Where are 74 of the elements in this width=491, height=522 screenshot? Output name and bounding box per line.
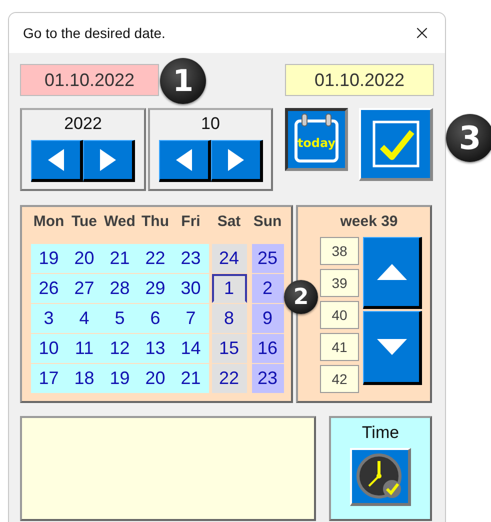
calendar-day[interactable]: 20 xyxy=(66,244,102,273)
today-button[interactable]: today xyxy=(285,108,348,171)
current-date-field[interactable]: 01.10.2022 xyxy=(285,64,434,96)
calendar-day[interactable]: 12 xyxy=(102,334,138,363)
calendar-day[interactable]: 17 xyxy=(31,364,66,393)
calendar-day[interactable]: 23 xyxy=(252,364,284,393)
calendar-day[interactable]: 18 xyxy=(66,364,102,393)
calendar-day[interactable]: 16 xyxy=(252,334,284,363)
triangle-left-icon xyxy=(48,149,64,171)
month-value: 10 xyxy=(201,114,220,135)
calendar-day[interactable]: 13 xyxy=(138,334,173,363)
weekday-header: Fri xyxy=(180,213,202,232)
week-number[interactable]: 41 xyxy=(320,333,359,361)
weekday-header: Thu xyxy=(140,213,170,232)
time-title: Time xyxy=(362,423,400,443)
callout-badge: 3 xyxy=(446,114,491,162)
triangle-right-icon xyxy=(228,149,244,171)
week-number[interactable]: 39 xyxy=(320,269,359,297)
calendar-day[interactable]: 22 xyxy=(138,244,173,273)
confirm-button[interactable] xyxy=(359,108,433,181)
calendar-day[interactable]: 2 xyxy=(252,274,284,303)
week-down-button[interactable] xyxy=(363,311,422,385)
calendar-day[interactable]: 24 xyxy=(212,244,246,273)
calendar-day[interactable]: 22 xyxy=(212,364,246,393)
time-button[interactable] xyxy=(350,448,411,506)
weekday-header: Wed xyxy=(103,213,136,232)
clock-icon xyxy=(356,452,404,500)
notes-area[interactable] xyxy=(20,416,316,521)
calendar-day[interactable]: 7 xyxy=(173,304,208,333)
previous-button[interactable] xyxy=(158,140,210,182)
calendar-day[interactable]: 30 xyxy=(173,274,208,303)
calendar-day[interactable]: 11 xyxy=(66,334,102,363)
calendar-day[interactable]: 19 xyxy=(31,244,66,273)
calendar-day[interactable]: 4 xyxy=(66,304,102,333)
week-number[interactable]: 42 xyxy=(320,365,359,393)
calendar-day[interactable]: 25 xyxy=(252,244,284,273)
weekday-header: Sat xyxy=(216,213,242,232)
previous-button[interactable] xyxy=(31,140,83,182)
calendar-day[interactable]: 27 xyxy=(66,274,102,303)
triangle-down-icon xyxy=(376,339,406,355)
today-label: today xyxy=(296,136,337,150)
calendar-day[interactable]: 21 xyxy=(173,364,208,393)
calendar-day[interactable]: 9 xyxy=(252,304,284,333)
week-up-button[interactable] xyxy=(363,237,422,309)
calendar-day[interactable]: 15 xyxy=(212,334,246,363)
calendar-day[interactable]: 6 xyxy=(138,304,173,333)
week-title: week 39 xyxy=(339,213,399,230)
checkmark-icon xyxy=(372,120,420,168)
week-number[interactable]: 40 xyxy=(320,301,359,329)
triangle-up-icon xyxy=(376,264,406,280)
weekday-header: Mon xyxy=(32,213,66,232)
calendar-day[interactable]: 19 xyxy=(102,364,138,393)
calendar-day[interactable]: 23 xyxy=(173,244,208,273)
triangle-left-icon xyxy=(176,149,192,171)
next-button[interactable] xyxy=(83,140,135,182)
calendar-day[interactable]: 21 xyxy=(102,244,138,273)
calendar-day[interactable]: 1 xyxy=(212,274,246,303)
weekday-header: Sun xyxy=(252,213,283,232)
calendar-day[interactable]: 3 xyxy=(31,304,66,333)
calendar-day[interactable]: 14 xyxy=(173,334,208,363)
weekday-header: Tue xyxy=(70,213,98,232)
calendar-day[interactable]: 29 xyxy=(138,274,173,303)
triangle-right-icon xyxy=(100,149,116,171)
calendar-day[interactable]: 26 xyxy=(31,274,66,303)
calendar-day[interactable]: 5 xyxy=(102,304,138,333)
year-value: 2022 xyxy=(64,114,102,135)
window-title: Go to the desired date. xyxy=(23,25,166,41)
calendar-day[interactable]: 10 xyxy=(31,334,66,363)
week-number[interactable]: 38 xyxy=(320,237,359,265)
next-button[interactable] xyxy=(210,140,262,182)
calendar-day[interactable]: 8 xyxy=(212,304,246,333)
calendar-day[interactable]: 20 xyxy=(138,364,173,393)
selected-date-field[interactable]: 01.10.2022 xyxy=(20,64,159,96)
calendar-day[interactable]: 28 xyxy=(102,274,138,303)
